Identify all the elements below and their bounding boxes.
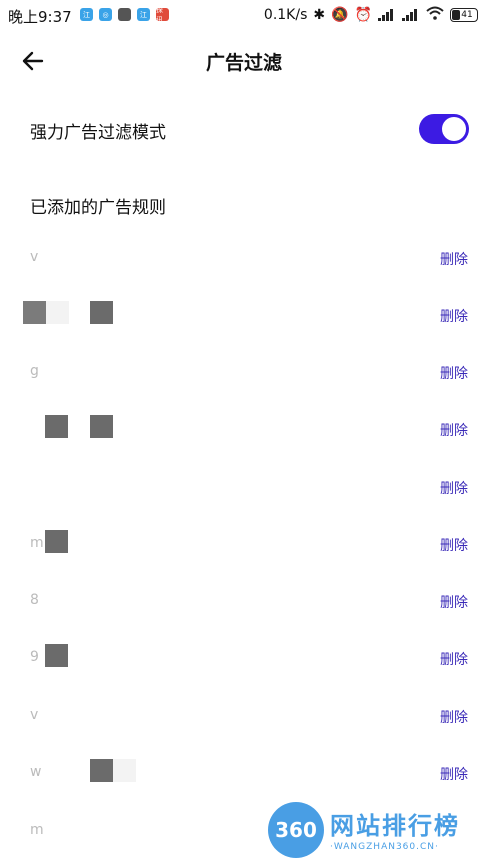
delete-button[interactable]: 删除: [440, 764, 468, 784]
list-item: 删除: [0, 408, 488, 452]
battery-icon: 41: [450, 8, 478, 22]
redacted-block: [45, 644, 68, 667]
delete-button[interactable]: 删除: [440, 649, 468, 669]
delete-button[interactable]: 删除: [440, 306, 468, 326]
status-bar: 晚上9:37 江 ◎ 江 探讯 0.1K/s ✱ 🔕 ⏰ 41: [0, 0, 488, 32]
strong-filter-row: 强力广告过滤模式: [0, 108, 488, 152]
redacted-block: [90, 759, 113, 782]
network-speed: 0.1K/s: [263, 7, 308, 23]
list-item: 删除: [0, 466, 488, 510]
list-item: m 删除: [0, 523, 488, 567]
list-item: v 删除: [0, 695, 488, 739]
status-time: 晚上9:37: [8, 8, 72, 26]
toggle-knob: [442, 117, 466, 141]
mute-icon: 🔕: [331, 7, 349, 23]
app-icon: 江: [137, 8, 150, 21]
delete-button[interactable]: 删除: [440, 249, 468, 269]
notification-icons: 江 ◎ 江 探讯: [80, 6, 169, 24]
delete-button[interactable]: 删除: [440, 478, 468, 498]
app-icon: ◎: [99, 8, 112, 21]
bluetooth-icon: ✱: [313, 7, 326, 23]
list-item: 删除: [0, 294, 488, 338]
rule-text: 9: [30, 649, 39, 665]
delete-button[interactable]: 删除: [440, 592, 468, 612]
rule-text: m: [30, 822, 44, 838]
watermark-logo: 360: [268, 802, 324, 858]
rules-section-title: 已添加的广告规则: [30, 198, 166, 218]
alarm-icon: ⏰: [354, 7, 372, 23]
list-item: 8 删除: [0, 580, 488, 624]
rule-text: w: [30, 764, 42, 780]
watermark-url: ·WANGZHAN360.CN·: [330, 842, 439, 852]
redacted-block: [90, 301, 113, 324]
rule-text: v: [30, 707, 39, 723]
list-item: v 删除: [0, 237, 488, 281]
battery-level: 41: [461, 10, 473, 20]
list-item: w 删除: [0, 752, 488, 796]
app-icon: 江: [80, 8, 93, 21]
delete-button[interactable]: 删除: [440, 707, 468, 727]
delete-button[interactable]: 删除: [440, 363, 468, 383]
strong-filter-label: 强力广告过滤模式: [30, 123, 166, 143]
redacted-block: [113, 759, 136, 782]
wifi-icon: [426, 6, 444, 24]
redacted-block: [23, 301, 46, 324]
watermark: 360 网站排行榜 ·WANGZHAN360.CN·: [268, 802, 478, 864]
signal-icon: [402, 9, 420, 21]
delete-button[interactable]: 删除: [440, 535, 468, 555]
rule-text: g: [30, 363, 39, 379]
rule-text: 8: [30, 592, 39, 608]
redacted-block: [45, 415, 68, 438]
redacted-block: [46, 301, 69, 324]
redacted-block: [45, 530, 68, 553]
status-right: 0.1K/s ✱ 🔕 ⏰ 41: [264, 6, 478, 24]
rule-text: v: [30, 249, 39, 265]
redacted-block: [90, 415, 113, 438]
delete-button[interactable]: 删除: [440, 420, 468, 440]
app-icon: [118, 8, 131, 21]
page-title: 广告过滤: [205, 52, 282, 74]
watermark-text: 网站排行榜: [330, 812, 460, 840]
list-item: 9 删除: [0, 637, 488, 681]
app-bar: 广告过滤: [0, 36, 488, 86]
signal-icon: [378, 9, 396, 21]
strong-filter-toggle[interactable]: [419, 114, 469, 144]
rule-text: m: [30, 535, 44, 551]
app-icon: 探讯: [156, 6, 169, 24]
list-item: g 删除: [0, 351, 488, 395]
